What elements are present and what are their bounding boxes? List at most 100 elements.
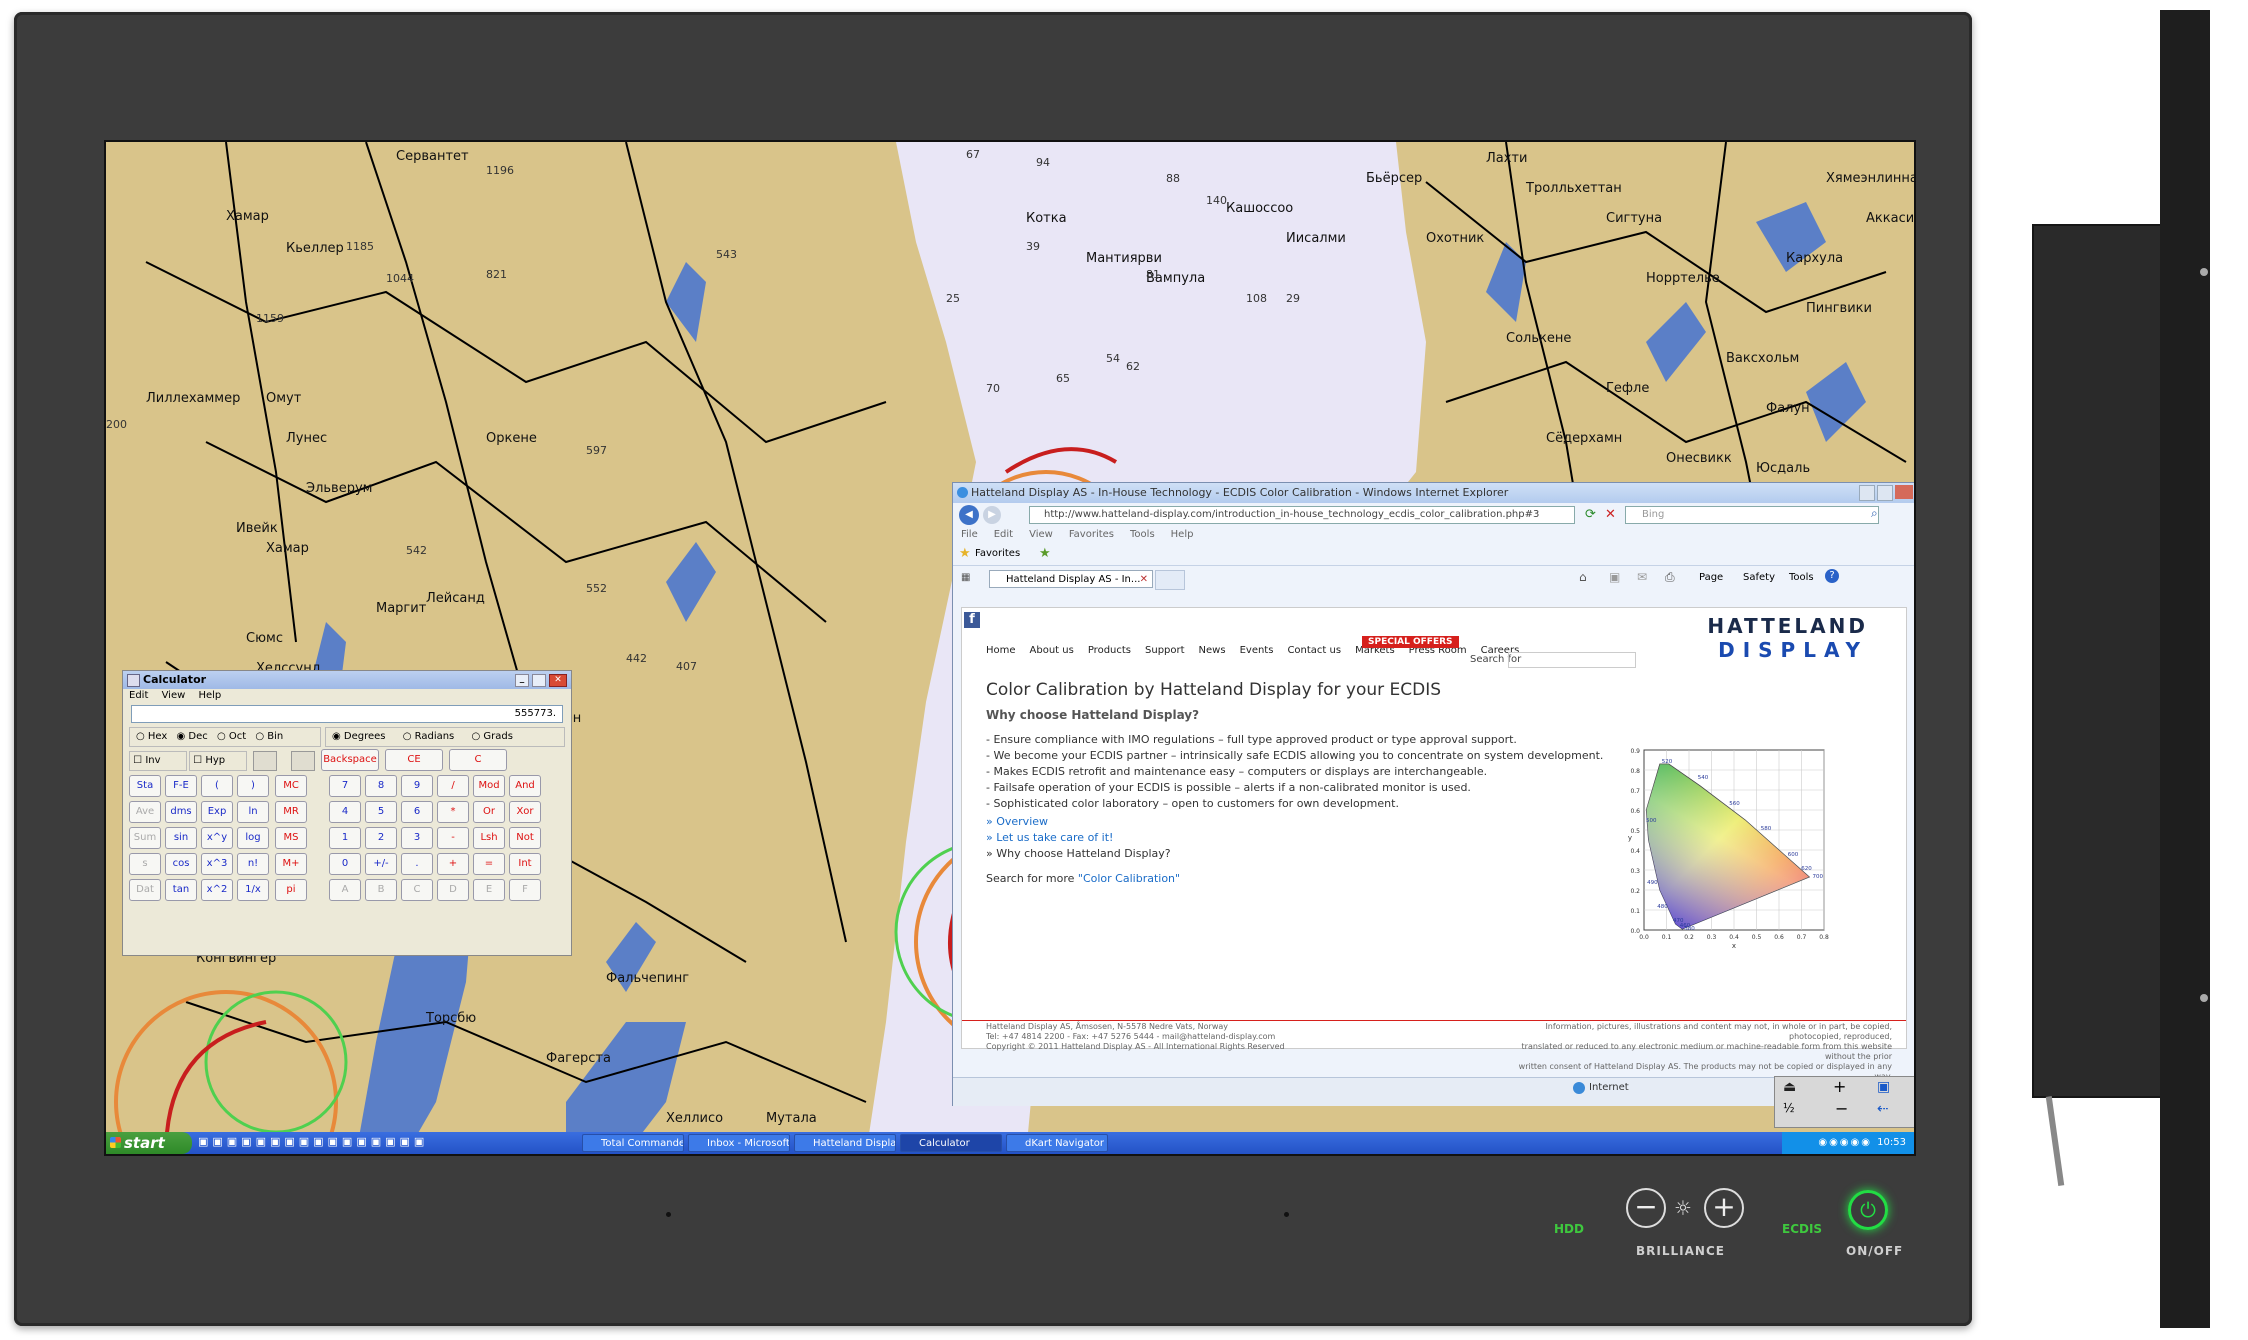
browser-menu-item[interactable]: Tools — [1130, 529, 1155, 540]
browser-menu-item[interactable]: Edit — [994, 529, 1013, 540]
browser-menu-item[interactable]: View — [1029, 529, 1053, 540]
calc-key[interactable]: . — [401, 853, 433, 875]
calc-key[interactable]: + — [437, 853, 469, 875]
taskbar-button[interactable]: dKart Navigator — [1006, 1134, 1108, 1152]
browser-window[interactable]: Hatteland Display AS - In-House Technolo… — [952, 482, 1914, 1106]
site-nav-item[interactable]: Products — [1088, 645, 1131, 656]
refresh-icon[interactable]: ⟳ — [1585, 507, 1596, 522]
calc-key[interactable]: pi — [275, 879, 307, 901]
facebook-icon[interactable]: f — [964, 612, 980, 628]
site-nav-item[interactable]: Support — [1145, 645, 1185, 656]
menu-edit[interactable]: Edit — [129, 690, 148, 701]
radio-oct[interactable]: ○ Oct — [217, 728, 246, 746]
feeds-icon[interactable]: ▣ — [1609, 570, 1620, 584]
panel-icon[interactable]: ▣ — [1877, 1079, 1890, 1095]
zoom-out-button[interactable]: − — [1835, 1099, 1848, 1118]
calc-key[interactable]: +/- — [365, 853, 397, 875]
safety-menu[interactable]: Safety — [1743, 572, 1775, 583]
calc-key[interactable]: MS — [275, 827, 307, 849]
calc-key[interactable]: F — [509, 879, 541, 901]
browser-maximize-button[interactable] — [1877, 485, 1893, 501]
taskbar-button[interactable]: Total Commander 7.5... — [582, 1134, 684, 1152]
search-more-link[interactable]: "Color Calibration" — [1078, 872, 1180, 885]
browser-menu-item[interactable]: File — [961, 529, 978, 540]
site-nav-item[interactable]: Home — [986, 645, 1016, 656]
calc-key[interactable]: Mod — [473, 775, 505, 797]
site-nav-item[interactable]: About us — [1030, 645, 1074, 656]
calc-key[interactable]: Lsh — [473, 827, 505, 849]
browser-menu-item[interactable]: Help — [1171, 529, 1194, 540]
inv-checkbox[interactable]: ☐ Inv — [129, 751, 187, 771]
search-icon[interactable]: ⌕ — [1871, 506, 1878, 521]
menu-view[interactable]: View — [162, 690, 186, 701]
layer-icon[interactable]: ⏏ — [1783, 1079, 1796, 1095]
home-icon[interactable]: ⌂ — [1579, 570, 1587, 584]
calculator-titlebar[interactable]: Calculator _ ✕ — [123, 671, 571, 689]
site-nav-item[interactable]: Contact us — [1287, 645, 1341, 656]
calc-key[interactable]: log — [237, 827, 269, 849]
calc-key[interactable]: Dat — [129, 879, 161, 901]
power-button[interactable]: ⏻ — [1848, 1190, 1888, 1230]
calc-key[interactable]: sin — [165, 827, 197, 849]
calc-key[interactable]: D — [437, 879, 469, 901]
calc-key[interactable]: Sum — [129, 827, 161, 849]
tray-icons[interactable]: ◉◉◉◉◉ — [1818, 1137, 1877, 1148]
calc-key[interactable]: Sta — [129, 775, 161, 797]
quick-launch-icons[interactable]: ▣▣▣▣▣▣▣▣▣▣▣▣▣▣▣▣ — [198, 1135, 428, 1148]
tools-menu[interactable]: Tools — [1789, 572, 1814, 583]
calc-key[interactable]: s — [129, 853, 161, 875]
c-button[interactable]: C — [449, 749, 507, 771]
add-favorites-icon[interactable]: ★ — [1039, 546, 1051, 561]
site-nav-item[interactable]: News — [1199, 645, 1226, 656]
tab-close-icon[interactable]: ✕ — [1140, 571, 1148, 589]
calc-key[interactable]: = — [473, 853, 505, 875]
radio-radians[interactable]: ○ Radians — [403, 728, 455, 746]
calc-key[interactable]: n! — [237, 853, 269, 875]
hatteland-logo[interactable]: HATTELAND DISPLAY — [1668, 614, 1868, 662]
site-search-input[interactable] — [1508, 652, 1636, 668]
calc-key[interactable]: 1/x — [237, 879, 269, 901]
calc-key[interactable]: 3 — [401, 827, 433, 849]
radio-bin[interactable]: ○ Bin — [255, 728, 283, 746]
calc-key[interactable]: F-E — [165, 775, 197, 797]
calc-key[interactable]: Int — [509, 853, 541, 875]
calc-key[interactable]: And — [509, 775, 541, 797]
calc-key[interactable]: 2 — [365, 827, 397, 849]
browser-titlebar[interactable]: Hatteland Display AS - In-House Technolo… — [953, 483, 1914, 503]
page-menu[interactable]: Page — [1699, 572, 1723, 583]
zoom-in-button[interactable]: + — [1833, 1077, 1846, 1096]
calc-key[interactable]: 1 — [329, 827, 361, 849]
brilliance-up-button[interactable]: + — [1704, 1188, 1744, 1228]
quick-tabs-icon[interactable]: ▦ — [961, 572, 970, 583]
calc-key[interactable]: E — [473, 879, 505, 901]
radio-dec[interactable]: ◉ Dec — [177, 728, 208, 746]
calc-key[interactable]: MR — [275, 801, 307, 823]
help-icon[interactable]: ? — [1825, 569, 1839, 583]
close-button[interactable]: ✕ — [549, 674, 567, 687]
forward-icon[interactable]: ▶ — [983, 506, 1001, 524]
calc-key[interactable]: dms — [165, 801, 197, 823]
calc-key[interactable]: A — [329, 879, 361, 901]
calc-key[interactable]: * — [437, 801, 469, 823]
search-input[interactable]: Bing — [1625, 506, 1879, 524]
address-input[interactable]: http://www.hatteland-display.com/introdu… — [1029, 506, 1575, 524]
ce-button[interactable]: CE — [385, 749, 443, 771]
special-offers-link[interactable]: SPECIAL OFFERS — [1362, 636, 1459, 648]
backspace-button[interactable]: Backspace — [321, 749, 379, 771]
brilliance-down-button[interactable]: − — [1626, 1188, 1666, 1228]
start-button[interactable]: start — [106, 1132, 192, 1154]
calc-key[interactable]: - — [437, 827, 469, 849]
calc-key[interactable]: cos — [165, 853, 197, 875]
calc-key[interactable]: / — [437, 775, 469, 797]
calc-key[interactable]: M+ — [275, 853, 307, 875]
calculator-window[interactable]: Calculator _ ✕ Edit View Help 555773. ○ … — [122, 670, 572, 956]
calc-key[interactable]: Or — [473, 801, 505, 823]
back-icon[interactable]: ◀ — [959, 505, 979, 525]
calc-key[interactable]: Ave — [129, 801, 161, 823]
calc-key[interactable]: 7 — [329, 775, 361, 797]
calc-key[interactable]: Xor — [509, 801, 541, 823]
minimize-button[interactable]: _ — [515, 674, 529, 687]
stop-icon[interactable]: ✕ — [1605, 507, 1616, 522]
taskbar-button[interactable]: Inbox - Microsoft Out... — [688, 1134, 790, 1152]
hyp-checkbox[interactable]: ☐ Hyp — [189, 751, 247, 771]
